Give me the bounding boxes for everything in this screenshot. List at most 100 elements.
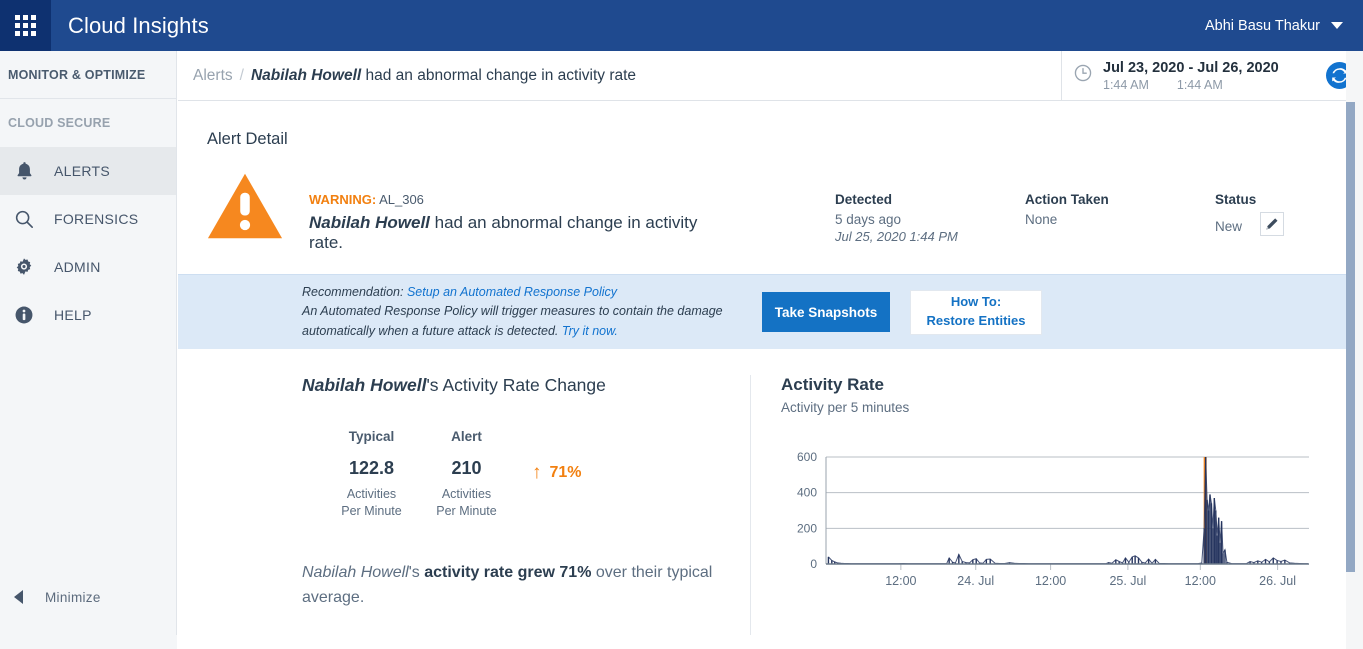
recommendation-line-2: An Automated Response Policy will trigge… xyxy=(302,302,732,321)
clock-icon xyxy=(1074,64,1092,87)
severity-label: WARNING: xyxy=(309,192,376,207)
delta-percent: 71% xyxy=(550,464,582,482)
how-to-line-2: Restore Entities xyxy=(927,313,1026,328)
stat-alert-value: 210 xyxy=(419,458,514,479)
alert-meta-columns: Detected 5 days ago Jul 25, 2020 1:44 PM… xyxy=(835,163,1355,274)
take-snapshots-button[interactable]: Take Snapshots xyxy=(762,292,890,332)
stat-alert-unit: Activities Per Minute xyxy=(419,486,514,520)
minimize-label: Minimize xyxy=(45,590,101,605)
svg-text:400: 400 xyxy=(797,486,817,500)
bell-icon xyxy=(12,161,36,181)
meta-detected: Detected 5 days ago Jul 25, 2020 1:44 PM xyxy=(835,192,1025,274)
alert-entity-name: Nabilah Howell xyxy=(309,213,430,232)
svg-text:12:00: 12:00 xyxy=(1035,574,1066,588)
activity-summary: Nabilah Howell's activity rate grew 71% … xyxy=(302,560,742,611)
breadcrumb-link-alerts[interactable]: Alerts xyxy=(193,67,233,85)
activity-rate-chart[interactable]: 020040060012:0024. Jul12:0025. Jul12:002… xyxy=(781,449,1313,594)
alert-sentence: Nabilah Howell had an abnormal change in… xyxy=(309,213,733,253)
svg-text:0: 0 xyxy=(810,557,817,571)
sidebar-item-admin-label: ADMIN xyxy=(54,259,101,275)
breadcrumb-rest: had an abnormal change in activity rate xyxy=(361,67,636,84)
breadcrumb-entity: Nabilah Howell xyxy=(251,67,361,84)
app-launcher-button[interactable] xyxy=(0,0,51,51)
stat-alert-unit-1: Activities xyxy=(442,487,491,501)
search-icon xyxy=(12,209,36,229)
breadcrumb-separator: / xyxy=(240,67,244,85)
status-badge: New xyxy=(1215,219,1242,234)
recommendation-text: Recommendation: Setup an Automated Respo… xyxy=(302,283,732,341)
chevron-left-icon xyxy=(14,590,23,604)
sidebar-item-help[interactable]: HELP xyxy=(0,291,176,339)
breadcrumb-current: Nabilah Howell had an abnormal change in… xyxy=(251,67,636,85)
pencil-icon xyxy=(1265,217,1279,231)
svg-text:24. Jul: 24. Jul xyxy=(957,574,994,588)
sidebar-item-forensics-label: FORENSICS xyxy=(54,211,138,227)
user-name: Abhi Basu Thakur xyxy=(1205,18,1320,34)
activity-rate-chart-panel: Activity Rate Activity per 5 minutes 020… xyxy=(751,375,1355,635)
svg-text:12:00: 12:00 xyxy=(885,574,916,588)
top-bar: Cloud Insights Abhi Basu Thakur xyxy=(0,0,1363,51)
breadcrumb-bar: Alerts / Nabilah Howell had an abnormal … xyxy=(178,51,1355,101)
page-title: Alert Detail xyxy=(178,101,1355,149)
stat-typical-head: Typical xyxy=(324,429,419,444)
stat-alert-unit-2: Per Minute xyxy=(436,504,496,518)
grid-apps-icon xyxy=(15,15,36,36)
sidebar-section-monitor[interactable]: MONITOR & OPTIMIZE xyxy=(0,51,176,99)
sidebar-section-cloud-secure-label: CLOUD SECURE xyxy=(8,116,110,130)
meta-action-taken: Action Taken None xyxy=(1025,192,1215,274)
meta-action-taken-title: Action Taken xyxy=(1025,192,1215,207)
meta-status-title: Status xyxy=(1215,192,1355,207)
lower-panels: Nabilah Howell 's Activity Rate Change Ty… xyxy=(178,349,1355,635)
activity-change-title-rest: 's Activity Rate Change xyxy=(426,375,605,395)
svg-text:26. Jul: 26. Jul xyxy=(1259,574,1296,588)
date-range-picker[interactable]: Jul 23, 2020 - Jul 26, 2020 1:44 AM 1:44… xyxy=(1061,51,1355,101)
breadcrumb: Alerts / Nabilah Howell had an abnormal … xyxy=(178,67,636,85)
stat-typical-unit-2: Per Minute xyxy=(341,504,401,518)
svg-text:200: 200 xyxy=(797,521,817,535)
status-row: New xyxy=(1215,212,1355,236)
sidebar-item-admin[interactable]: ADMIN xyxy=(0,243,176,291)
how-to-line-1: How To: xyxy=(951,294,1001,309)
activity-stats: Typical 122.8 Activities Per Minute Aler… xyxy=(302,429,750,520)
recommendation-line-1: Recommendation: Setup an Automated Respo… xyxy=(302,283,732,302)
date-range-value: Jul 23, 2020 - Jul 26, 2020 xyxy=(1103,60,1279,76)
chart-subtitle: Activity per 5 minutes xyxy=(781,400,1355,415)
sidebar-item-alerts-label: ALERTS xyxy=(54,163,110,179)
svg-text:25. Jul: 25. Jul xyxy=(1109,574,1146,588)
vertical-scrollbar-track[interactable] xyxy=(1346,51,1363,649)
alert-header: WARNING: AL_306 Nabilah Howell had an ab… xyxy=(178,149,1355,274)
sidebar-section-monitor-label: MONITOR & OPTIMIZE xyxy=(8,68,145,82)
sidebar-item-alerts[interactable]: ALERTS xyxy=(0,147,176,195)
summary-entity: Nabilah Howell xyxy=(302,564,409,581)
stat-alert-head: Alert xyxy=(419,429,514,444)
app-title: Cloud Insights xyxy=(68,13,209,39)
date-range-start-time: 1:44 AM xyxy=(1103,78,1149,92)
recommendation-link[interactable]: Setup an Automated Response Policy xyxy=(407,285,617,299)
activity-rate-change-panel: Nabilah Howell 's Activity Rate Change Ty… xyxy=(178,375,751,635)
recommendation-body-tail: automatically when a future attack is de… xyxy=(302,324,558,338)
vertical-scrollbar-thumb[interactable] xyxy=(1346,102,1355,572)
meta-detected-relative: 5 days ago xyxy=(835,212,1025,227)
alert-severity-line: WARNING: AL_306 xyxy=(309,192,733,207)
sidebar-item-help-label: HELP xyxy=(54,307,92,323)
alert-text-block: WARNING: AL_306 Nabilah Howell had an ab… xyxy=(293,163,733,274)
stat-typical-unit: Activities Per Minute xyxy=(324,486,419,520)
alert-id: AL_306 xyxy=(379,192,424,207)
minimize-sidebar-button[interactable]: Minimize xyxy=(0,577,177,617)
sidebar-item-forensics[interactable]: FORENSICS xyxy=(0,195,176,243)
recommendation-label: Recommendation: xyxy=(302,285,403,299)
try-it-now-link[interactable]: Try it now. xyxy=(562,324,618,338)
edit-status-button[interactable] xyxy=(1260,212,1284,236)
info-icon xyxy=(12,305,36,325)
sidebar-section-cloud-secure[interactable]: CLOUD SECURE xyxy=(0,99,176,147)
summary-bold: activity rate grew 71% xyxy=(424,564,591,581)
delta-indicator: ↑ 71% xyxy=(532,463,582,482)
summary-possessive: 's xyxy=(409,564,425,581)
date-range-end-time: 1:44 AM xyxy=(1177,78,1223,92)
meta-detected-title: Detected xyxy=(835,192,1025,207)
sidebar-bottom-filler xyxy=(0,635,177,649)
how-to-restore-entities-button[interactable]: How To: Restore Entities xyxy=(910,290,1042,335)
date-range-text: Jul 23, 2020 - Jul 26, 2020 1:44 AM 1:44… xyxy=(1103,59,1322,92)
user-menu[interactable]: Abhi Basu Thakur xyxy=(1205,18,1343,34)
stat-typical: Typical 122.8 Activities Per Minute xyxy=(324,429,419,520)
